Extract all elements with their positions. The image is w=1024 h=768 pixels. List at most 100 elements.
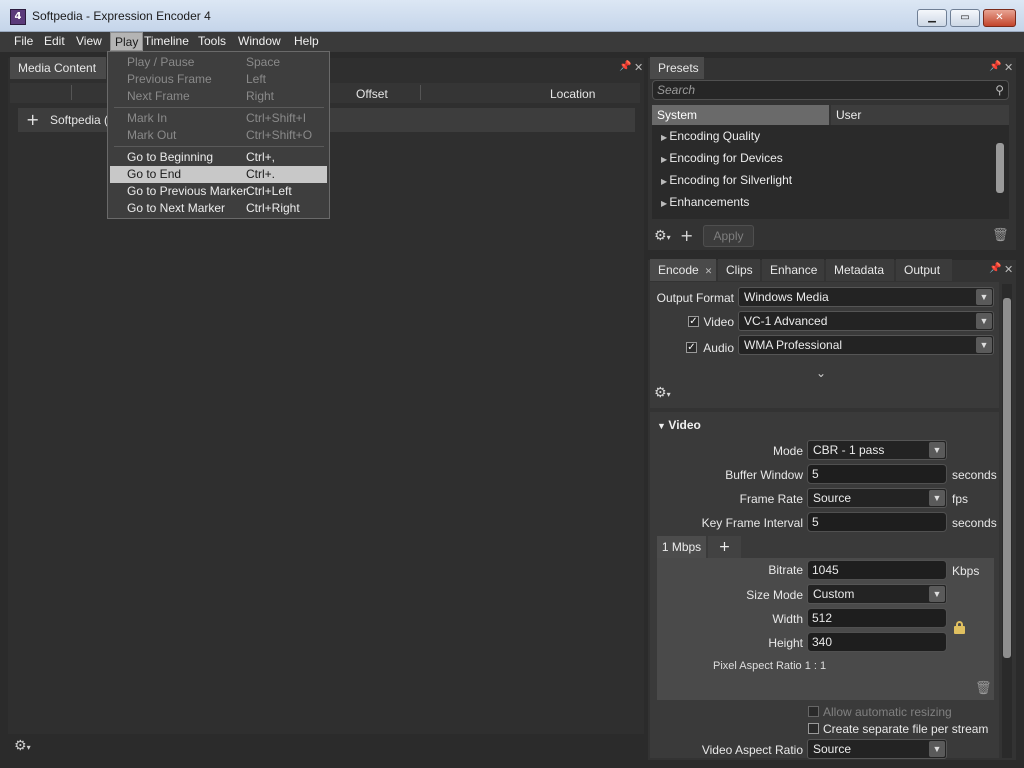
chevron-down-icon: ▼ — [976, 313, 992, 329]
menu-separator — [114, 146, 324, 147]
menu-edit[interactable]: Edit — [40, 32, 69, 51]
width-input[interactable]: 512 — [807, 608, 947, 628]
menu-previous-frame[interactable]: Previous Frame Left — [108, 71, 329, 88]
video-aspect-ratio-label: Video Aspect Ratio — [701, 743, 803, 757]
column-divider — [420, 85, 421, 100]
menu-go-to-previous-marker[interactable]: Go to Previous Marker Ctrl+Left — [108, 183, 329, 200]
bitrate-label: Bitrate — [768, 563, 803, 577]
chevron-down-icon: ▼ — [929, 442, 945, 458]
add-preset-icon[interactable]: + — [680, 226, 693, 245]
menu-view[interactable]: View — [72, 32, 106, 51]
menu-help[interactable]: Help — [290, 32, 323, 51]
encode-scrollbar[interactable] — [1002, 284, 1012, 758]
menu-separator — [114, 107, 324, 108]
lock-icon[interactable] — [954, 621, 965, 634]
maximize-button[interactable]: ▭ — [950, 9, 980, 27]
menu-play[interactable]: Play — [110, 32, 144, 51]
height-input[interactable]: 340 — [807, 632, 947, 652]
tab-metadata[interactable]: Metadata — [826, 259, 894, 281]
search-icon[interactable]: ⚲ — [995, 81, 1004, 99]
buffer-window-input[interactable]: 5 — [807, 464, 947, 484]
key-frame-interval-label: Key Frame Interval — [701, 516, 803, 530]
separate-file-label: Create separate file per stream — [823, 722, 989, 736]
minimize-button[interactable]: ▁ — [917, 9, 947, 27]
menu-go-to-beginning[interactable]: Go to Beginning Ctrl+, — [108, 149, 329, 166]
menu-go-to-next-marker[interactable]: Go to Next Marker Ctrl+Right — [108, 200, 329, 217]
tab-clips[interactable]: Clips — [718, 259, 760, 281]
height-label: Height — [768, 636, 803, 650]
video-checkbox[interactable]: ✓ — [688, 316, 699, 327]
column-divider — [71, 85, 72, 100]
trash-icon[interactable]: 🗑 — [975, 681, 992, 696]
video-aspect-ratio-select[interactable]: Source ▼ — [807, 739, 947, 759]
expand-icon[interactable]: + — [26, 110, 39, 129]
pin-icon[interactable]: 📌 — [619, 61, 631, 72]
video-codec-select[interactable]: VC-1 Advanced ▼ — [738, 311, 994, 331]
close-panel-icon[interactable]: ✕ — [1004, 61, 1013, 74]
preset-encoding-devices[interactable]: ▶ Encoding for Devices — [661, 151, 783, 165]
close-panel-icon[interactable]: ✕ — [634, 61, 643, 74]
title-bar: 4 Softpedia - Expression Encoder 4 ▁ ▭ ✕ — [0, 0, 1024, 32]
menu-mark-in[interactable]: Mark In Ctrl+Shift+I — [108, 110, 329, 127]
tab-1mbps[interactable]: 1 Mbps — [657, 536, 706, 558]
menu-tools[interactable]: Tools — [194, 32, 230, 51]
tab-presets[interactable]: Presets — [650, 57, 704, 79]
pin-icon[interactable]: 📌 — [989, 263, 1001, 274]
chevron-down-icon: ▼ — [976, 289, 992, 305]
size-mode-label: Size Mode — [746, 588, 803, 602]
chevron-down-icon: ▼ — [929, 586, 945, 602]
trash-icon[interactable]: 🗑 — [992, 228, 1009, 243]
buffer-unit: seconds — [952, 468, 997, 482]
key-frame-interval-input[interactable]: 5 — [807, 512, 947, 532]
media-item-label: Softpedia ( — [50, 113, 109, 127]
menu-timeline[interactable]: Timeline — [140, 32, 193, 51]
tab-enhance[interactable]: Enhance — [762, 259, 824, 281]
video-label: Video — [703, 315, 734, 329]
preset-encoding-silverlight[interactable]: ▶ Encoding for Silverlight — [661, 173, 792, 187]
gear-icon[interactable]: ⚙▾ — [654, 228, 671, 244]
close-panel-icon[interactable]: ✕ — [1004, 263, 1013, 276]
preset-encoding-quality[interactable]: ▶ Encoding Quality — [661, 129, 760, 143]
pixel-aspect-ratio: Pixel Aspect Ratio 1 : 1 — [713, 660, 827, 672]
menu-next-frame[interactable]: Next Frame Right — [108, 88, 329, 105]
menu-window[interactable]: Window — [234, 32, 285, 51]
tab-output[interactable]: Output — [896, 259, 952, 281]
video-section-header[interactable]: ▼ Video — [657, 418, 701, 432]
expand-chevron-icon[interactable]: ⌄ — [816, 366, 826, 380]
menu-play-pause[interactable]: Play / Pause Space — [108, 54, 329, 71]
frame-rate-unit: fps — [952, 492, 969, 506]
gear-icon[interactable]: ⚙▾ — [654, 385, 671, 401]
separate-file-checkbox[interactable] — [808, 723, 819, 734]
preset-enhancements[interactable]: ▶ Enhancements — [661, 195, 749, 209]
tab-media-content[interactable]: Media Content — [10, 57, 106, 79]
tab-user[interactable]: User — [831, 105, 1009, 125]
audio-codec-select[interactable]: WMA Professional ▼ — [738, 335, 994, 355]
mode-select[interactable]: CBR - 1 pass ▼ — [807, 440, 947, 460]
output-format-select[interactable]: Windows Media ▼ — [738, 287, 994, 307]
menu-go-to-end[interactable]: Go to End Ctrl+. — [110, 166, 327, 183]
frame-rate-select[interactable]: Source ▼ — [807, 488, 947, 508]
apply-button[interactable]: Apply — [703, 225, 754, 247]
tab-system[interactable]: System — [652, 105, 829, 125]
audio-checkbox[interactable]: ✓ — [686, 342, 697, 353]
buffer-window-label: Buffer Window — [725, 468, 803, 482]
column-location[interactable]: Location — [550, 87, 595, 101]
play-menu: Play / Pause Space Previous Frame Left Nex… — [107, 51, 330, 219]
menu-file[interactable]: File — [10, 32, 37, 51]
preset-scrollbar[interactable] — [995, 127, 1005, 217]
gear-icon[interactable]: ⚙▾ — [14, 738, 31, 754]
tab-encode[interactable]: Encode ✕ — [650, 259, 716, 281]
app-icon: 4 — [10, 9, 26, 25]
add-stream-button[interactable]: + — [708, 536, 741, 558]
size-mode-select[interactable]: Custom ▼ — [807, 584, 947, 604]
pin-icon[interactable]: 📌 — [989, 61, 1001, 72]
chevron-down-icon: ▼ — [929, 741, 945, 757]
bitrate-input[interactable]: 1045 — [807, 560, 947, 580]
menu-bar: File Edit View Play Timeline Tools Windo… — [0, 32, 1024, 52]
column-offset[interactable]: Offset — [356, 87, 388, 101]
preset-search-input[interactable]: Search ⚲ — [652, 80, 1009, 100]
close-button[interactable]: ✕ — [983, 9, 1016, 27]
allow-resize-checkbox[interactable] — [808, 706, 819, 717]
window-title: Softpedia - Expression Encoder 4 — [32, 9, 211, 23]
menu-mark-out[interactable]: Mark Out Ctrl+Shift+O — [108, 127, 329, 144]
